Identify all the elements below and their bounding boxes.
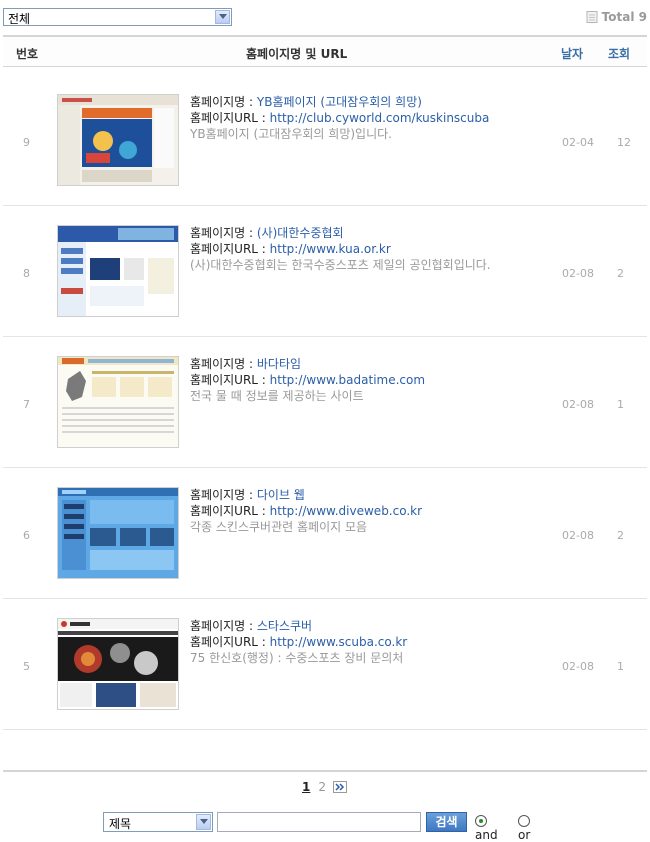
- site-info: 홈페이지명 : (사)대한수중협회 홈페이지URL : http://www.k…: [190, 225, 550, 273]
- radio-and[interactable]: and: [475, 814, 498, 842]
- row-views: 1: [617, 398, 624, 411]
- total-count: Total 9: [586, 10, 647, 26]
- site-thumbnail[interactable]: [57, 487, 179, 579]
- row-views: 12: [617, 136, 631, 149]
- row-number: 6: [23, 529, 30, 542]
- name-label: 홈페이지명 :: [190, 619, 257, 633]
- category-select-value: 전체: [8, 12, 31, 26]
- name-label: 홈페이지명 :: [190, 226, 257, 240]
- list-bottom-divider: [3, 770, 647, 772]
- url-label: 홈페이지URL :: [190, 373, 270, 387]
- url-label: 홈페이지URL :: [190, 111, 270, 125]
- chevron-down-icon[interactable]: [196, 814, 211, 830]
- radio-or-label: or: [518, 828, 531, 842]
- document-icon: [586, 11, 598, 26]
- table-row: 6 홈페이지명 : 다이브 웹 홈페이지URL : http://www.div…: [3, 468, 647, 599]
- search-field-value: 제목: [109, 817, 132, 831]
- site-url-link[interactable]: http://club.cyworld.com/kuskinscuba: [270, 111, 490, 125]
- row-number: 7: [23, 398, 30, 411]
- search-field-select[interactable]: 제목: [103, 812, 213, 832]
- site-description: YB홈페이지 (고대잠우회의 희망)입니다.: [190, 127, 392, 141]
- total-label: Total: [601, 10, 635, 24]
- table-row: 8 홈페이지명 : (사)대한수중협회 홈페이지URL : http://www…: [3, 206, 647, 337]
- top-bar: 전체 Total 9: [3, 8, 647, 28]
- site-thumbnail[interactable]: [57, 618, 179, 710]
- name-label: 홈페이지명 :: [190, 488, 257, 502]
- chevron-down-icon[interactable]: [215, 10, 230, 24]
- site-url-link[interactable]: http://www.diveweb.co.kr: [270, 504, 422, 518]
- url-label: 홈페이지URL :: [190, 635, 270, 649]
- header-views[interactable]: 조회: [608, 45, 630, 62]
- site-thumbnail[interactable]: [57, 356, 179, 448]
- next-page-icon[interactable]: [333, 781, 347, 793]
- row-views: 2: [617, 529, 624, 542]
- table-header: 번호 홈페이지명 및 URL 날자 조회: [3, 35, 647, 67]
- site-info: 홈페이지명 : YB홈페이지 (고대잠우회의 희망) 홈페이지URL : htt…: [190, 94, 550, 142]
- site-name-link[interactable]: 스타스쿠버: [257, 619, 312, 633]
- table-row: 5 홈페이지명 : 스타스쿠버 홈페이지URL : http://www.scu…: [3, 599, 647, 730]
- row-date: 02-08: [562, 529, 594, 542]
- site-url-link[interactable]: http://www.kua.or.kr: [270, 242, 391, 256]
- url-label: 홈페이지URL :: [190, 242, 270, 256]
- name-label: 홈페이지명 :: [190, 357, 257, 371]
- page-link-2[interactable]: 2: [318, 780, 326, 794]
- site-thumbnail[interactable]: [57, 225, 179, 317]
- site-info: 홈페이지명 : 바다타임 홈페이지URL : http://www.badati…: [190, 356, 550, 404]
- search-button[interactable]: 검색: [426, 812, 467, 832]
- site-description: 전국 물 때 정보를 제공하는 사이트: [190, 389, 364, 403]
- total-number: 9: [638, 10, 647, 24]
- table-row: 9 홈페이지명 : YB홈페이지 (고대잠우회의 희망) 홈페이지URL : h…: [3, 75, 647, 206]
- site-url-link[interactable]: http://www.scuba.co.kr: [270, 635, 408, 649]
- site-name-link[interactable]: (사)대한수중협회: [257, 226, 344, 240]
- header-number: 번호: [16, 47, 39, 61]
- category-select[interactable]: 전체: [3, 8, 232, 26]
- row-number: 5: [23, 660, 30, 673]
- site-description: 각종 스킨스쿠버관련 홈페이지 모음: [190, 520, 368, 534]
- radio-or-circle[interactable]: [518, 815, 530, 827]
- row-date: 02-04: [562, 136, 594, 149]
- row-date: 02-08: [562, 398, 594, 411]
- site-description: (사)대한수중협회는 한국수중스포츠 제일의 공인협회입니다.: [190, 258, 491, 272]
- site-name-link[interactable]: 바다타임: [257, 357, 301, 371]
- row-date: 02-08: [562, 660, 594, 673]
- radio-or[interactable]: or: [518, 814, 533, 842]
- site-info: 홈페이지명 : 다이브 웹 홈페이지URL : http://www.divew…: [190, 487, 550, 535]
- header-name-url: 홈페이지명 및 URL: [246, 47, 348, 61]
- row-number: 9: [23, 136, 30, 149]
- page-current[interactable]: 1: [302, 780, 310, 794]
- radio-and-circle[interactable]: [475, 815, 487, 827]
- search-input[interactable]: [217, 812, 421, 832]
- row-number: 8: [23, 267, 30, 280]
- site-url-link[interactable]: http://www.badatime.com: [270, 373, 425, 387]
- url-label: 홈페이지URL :: [190, 504, 270, 518]
- row-views: 1: [617, 660, 624, 673]
- pagination: 12: [302, 780, 347, 794]
- row-date: 02-08: [562, 267, 594, 280]
- site-info: 홈페이지명 : 스타스쿠버 홈페이지URL : http://www.scuba…: [190, 618, 550, 666]
- name-label: 홈페이지명 :: [190, 95, 257, 109]
- table-row: 7 홈페이지명 : 바다타임 홈페이지URL : http://www.bada…: [3, 337, 647, 468]
- row-views: 2: [617, 267, 624, 280]
- site-thumbnail[interactable]: [57, 94, 179, 186]
- site-name-link[interactable]: 다이브 웹: [257, 488, 305, 502]
- site-description: 75 한신호(행정) : 수중스포츠 장비 문의처: [190, 651, 404, 665]
- header-date[interactable]: 날자: [561, 45, 583, 62]
- site-name-link[interactable]: YB홈페이지 (고대잠우회의 희망): [257, 95, 422, 109]
- radio-and-label: and: [475, 828, 498, 842]
